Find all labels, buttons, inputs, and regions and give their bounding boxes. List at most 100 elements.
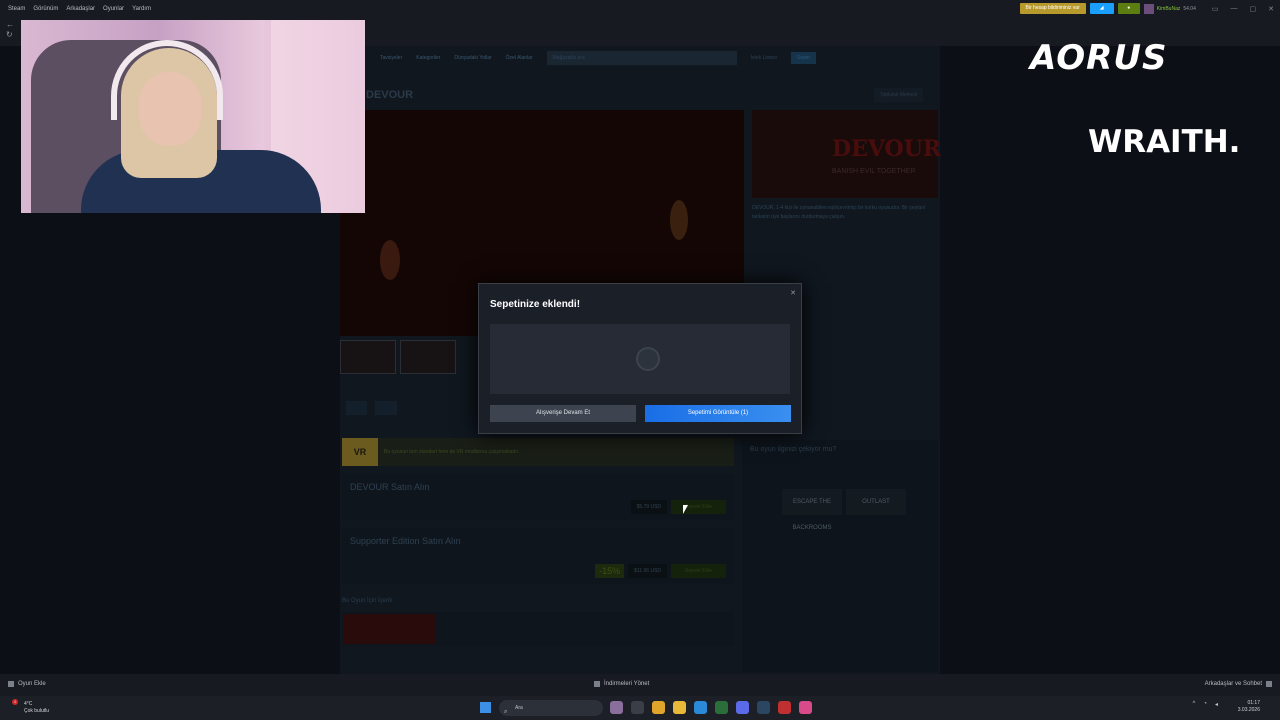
capsule-logo: DEVOUR [832,136,942,162]
added-to-cart-dialog: ✕ Sepetinize eklendi! Alışverişe Devam E… [478,283,802,434]
dlc-item[interactable] [342,612,734,646]
clock[interactable]: 01:17 3.03.2026 [1238,700,1260,714]
obs-icon[interactable] [778,701,791,714]
window-controls: ▭ — ▢ ✕ [1212,5,1274,13]
widgets-icon[interactable] [631,701,644,714]
store-nav-ways[interactable]: Dünyadaki Yollar [454,55,491,61]
spreadsheet-icon[interactable] [715,701,728,714]
chrome-icon[interactable] [652,701,665,714]
task-view-icon[interactable] [610,701,623,714]
dialog-title: Sepetinize eklendi! [490,299,581,310]
vr-badge: VR [342,438,378,466]
weather-widget[interactable]: 4 4°C Çok bulutlu [12,699,50,715]
refresh-icon[interactable]: ↻ [6,30,13,39]
continue-shopping-button[interactable]: Alışverişe Devam Et [490,405,636,422]
community-hub-button[interactable]: Topluluk Merkezi [874,88,924,102]
similar-game[interactable]: ESCAPE THE BACKROOMS [782,489,842,531]
discord-icon[interactable] [736,701,749,714]
buy-pricebox: $5.79 USD Sepete Ekle [630,500,726,514]
purchase-area: VR Bu oyunun tam standart hem de VR modl… [342,438,734,584]
relevance-panel: Bu oyun ilginizi çekiyor mu? ESCAPE THE … [742,440,938,672]
cart-button[interactable]: Sepet [790,52,816,64]
view-cart-button[interactable]: Sepetimi Görüntüle (1) [645,405,791,422]
system-tray: ^ ◔ ◂ [1193,701,1218,708]
weather-badge: 4 [12,699,18,705]
cart-preview-loading [490,324,790,394]
chevron-up-icon[interactable]: ^ [1193,701,1196,708]
store-nav-special[interactable]: Özel Alanlar [506,55,533,61]
maximize-icon[interactable]: ▢ [1250,5,1257,13]
clock-date: 3.03.2026 [1237,707,1260,713]
pinned-apps [610,701,812,714]
volume-icon[interactable]: ◂ [1215,701,1218,708]
menu-steam[interactable]: Steam [8,6,25,12]
relevance-heading: Bu oyun ilginizi çekiyor mu? [750,446,837,453]
add-game-button[interactable]: Oyun Ekle [8,681,46,687]
game-description: DEVOUR, 1-4 kişi ile oynanabilen eşli/çe… [752,205,926,220]
supporter-row: Supporter Edition Satın Alın -15% $11.96… [342,528,734,584]
wishlist-button[interactable]: İstek Listesi [751,55,777,61]
store-nav: Tavsiyeler Kategoriler Dünyadaki Yollar … [340,48,940,68]
loading-spinner-icon [636,347,660,371]
edge-icon[interactable] [694,701,707,714]
wifi-icon[interactable]: ◔ [1203,701,1207,708]
menu-games[interactable]: Oyunlar [103,6,124,12]
friends-chat-button[interactable]: Arkadaşlar ve Sohbet [1205,681,1272,687]
downloads-label: İndirmeleri Yönet [604,681,650,687]
webcam-overlay [21,20,365,213]
downloads-button[interactable]: İndirmeleri Yönet [594,681,649,687]
store-search-input[interactable]: Mağazada ara [546,51,737,65]
steam-titlebar: Steam Görünüm Arkadaşlar Oyunlar Yardım … [0,0,1280,18]
windows-taskbar: 4 4°C Çok bulutlu ⌕ Ara ^ ◔ ◂ 01:17 3.03… [0,696,1280,720]
supporter-price: $11.96 USD [628,564,668,578]
plus-icon [8,681,14,687]
username: KimBuNaz [1156,5,1181,12]
buy-price: $5.79 USD [630,500,668,514]
wishlist-add-button[interactable] [346,401,368,415]
steam-menu: Steam Görünüm Arkadaşlar Oyunlar Yardım [0,6,151,12]
broadcast-icon[interactable]: ◢ [1089,3,1114,14]
app-icon[interactable] [799,701,812,714]
taskbar-search[interactable]: ⌕ Ara [499,700,603,716]
weather-desc: Çok bulutlu [24,708,50,714]
notification-bell-icon[interactable]: ● [1117,3,1140,14]
minimize-icon[interactable]: — [1231,5,1238,13]
steam-bottombar: Oyun Ekle İndirmeleri Yönet Arkadaşlar v… [0,674,1280,696]
download-icon [594,681,600,687]
store-nav-recommendations[interactable]: Tavsiyeler [380,55,402,61]
weather-temp: 4°C [24,701,33,707]
supporter-add-to-cart-button[interactable]: Sepete Ekle [671,564,726,578]
bigpicture-icon[interactable]: ▭ [1212,5,1219,13]
user-menu[interactable]: KimBuNaz 54.04 [1143,3,1196,14]
candle-glow [670,200,688,240]
back-arrow-icon[interactable]: ← [6,20,14,29]
mouse-cursor-icon [683,505,688,514]
search-label: Ara [515,705,523,711]
clock-time: 01:17 [1247,700,1260,706]
vr-note-text: Bu oyunun tam standart hem de VR modları… [384,449,520,455]
file-explorer-icon[interactable] [673,701,686,714]
similar-game[interactable]: OUTLAST [846,489,906,515]
store-nav-categories[interactable]: Kategoriler [416,55,440,61]
dlc-heading: Bu Oyun İçin İçerik [342,598,393,604]
supporter-pricebox: -15% $11.96 USD Sepete Ekle [595,564,726,578]
menu-view[interactable]: Görünüm [33,6,58,12]
dlc-image [344,614,436,644]
steam-icon[interactable] [757,701,770,714]
thumbnail[interactable] [340,340,396,374]
add-to-cart-button[interactable]: Sepete Ekle [671,500,726,514]
thumbnail[interactable] [400,340,456,374]
close-icon[interactable]: ✕ [790,289,796,297]
sponsor-logo-aorus: AORUS [1030,38,1168,78]
follow-button[interactable] [375,401,397,415]
close-icon[interactable]: ✕ [1268,5,1274,13]
sponsor-logo-wraith: WRAITH. [1088,124,1241,160]
account-notice-button[interactable]: Bir hesap bildiriminiz var [1019,3,1086,14]
similar-games: ESCAPE THE BACKROOMS OUTLAST [782,489,938,531]
chat-icon [1266,681,1272,687]
menu-friends[interactable]: Arkadaşlar [66,6,95,12]
menu-help[interactable]: Yardım [132,6,151,12]
candle-glow [380,240,400,280]
windows-start-icon[interactable] [480,702,491,713]
game-capsule: DEVOUR BANISH EVIL TOGETHER [752,110,942,198]
